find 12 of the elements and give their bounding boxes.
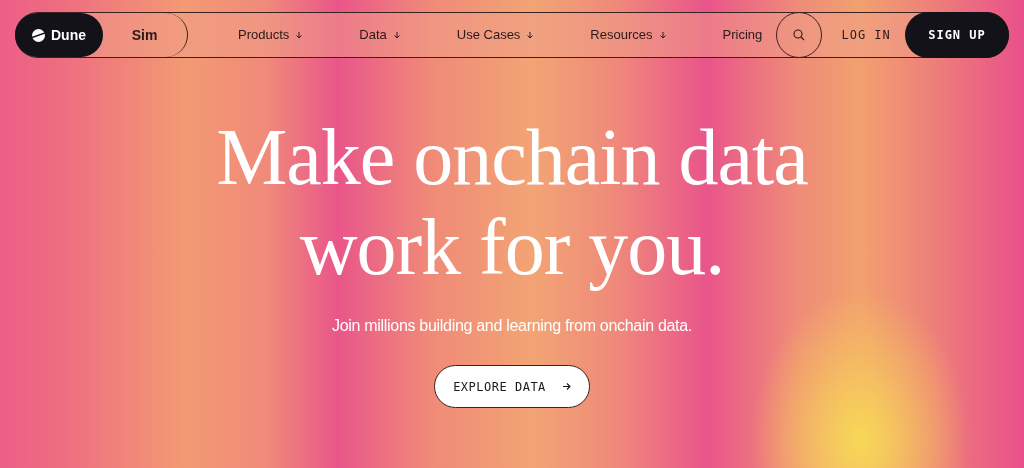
login-link[interactable]: LOG IN [841,26,891,44]
brand-logo-link[interactable]: Dune [15,13,103,57]
explore-data-button[interactable]: EXPLORE DATA [434,365,590,408]
sim-link[interactable]: Sim [102,13,188,57]
hero-headline: Make onchain data work for you. [216,112,808,292]
nav-link[interactable]: Products [238,25,304,45]
nav-link[interactable]: Pricing [722,25,763,45]
hero-subtitle: Join millions building and learning from onchain data. [332,316,692,336]
nav-link[interactable]: Resources [590,25,667,45]
signup-button[interactable]: SIGN UP [905,12,1009,58]
nav-link[interactable]: Data [359,25,401,45]
nav-link[interactable]: Use Cases [456,25,535,45]
